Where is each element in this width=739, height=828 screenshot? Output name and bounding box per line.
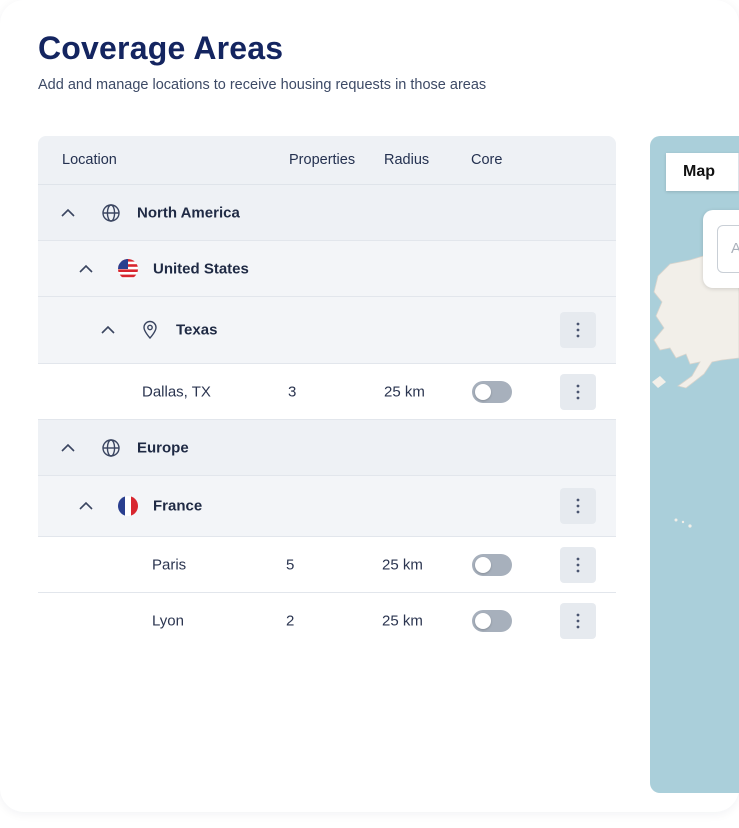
core-toggle[interactable]	[472, 609, 512, 632]
properties-count: 5	[286, 556, 295, 573]
state-row-texas[interactable]: Texas	[38, 297, 616, 364]
toggle-knob	[475, 556, 491, 573]
map-tab-label: Map	[683, 163, 715, 180]
page-title: Coverage Areas	[38, 30, 284, 66]
more-options-button[interactable]	[560, 602, 596, 639]
city-row-paris[interactable]: Paris 5 25 km	[38, 537, 616, 593]
properties-count: 2	[286, 612, 295, 629]
chevron-up-icon[interactable]	[60, 208, 76, 218]
more-vertical-icon	[576, 498, 580, 514]
map-search-box: A	[703, 210, 739, 288]
properties-count: 3	[288, 383, 297, 400]
more-options-button[interactable]	[560, 373, 596, 410]
column-header-properties: Properties	[289, 152, 356, 168]
state-label: Texas	[176, 321, 218, 339]
radius-value: 25 km	[382, 612, 423, 629]
country-label: United States	[153, 260, 249, 277]
chevron-up-icon[interactable]	[60, 443, 76, 453]
chevron-up-icon[interactable]	[78, 501, 94, 511]
more-vertical-icon	[576, 384, 580, 399]
toggle-knob	[475, 383, 491, 400]
city-label: Dallas, TX	[142, 383, 211, 400]
core-toggle[interactable]	[472, 380, 512, 403]
chevron-up-icon[interactable]	[78, 264, 94, 274]
city-row-lyon[interactable]: Lyon 2 25 km	[38, 593, 616, 648]
region-row-europe[interactable]: Europe	[38, 420, 616, 476]
us-flag-icon	[118, 258, 138, 279]
radius-value: 25 km	[382, 556, 423, 573]
column-header-location: Location	[62, 152, 117, 168]
table-header: Location Properties Radius Core	[38, 136, 616, 185]
city-label: Lyon	[152, 612, 184, 629]
more-options-button[interactable]	[560, 312, 596, 348]
page-subtitle: Add and manage locations to receive hous…	[38, 77, 487, 93]
france-flag-icon	[118, 496, 138, 516]
map-view-tab[interactable]: Map	[666, 153, 739, 191]
globe-icon	[102, 203, 120, 222]
globe-icon	[102, 438, 120, 457]
country-label: France	[153, 497, 203, 515]
chevron-up-icon[interactable]	[100, 325, 116, 335]
more-vertical-icon	[576, 322, 580, 338]
core-toggle[interactable]	[472, 553, 512, 576]
column-header-radius: Radius	[384, 152, 430, 168]
region-label: North America	[137, 204, 240, 221]
coverage-map[interactable]: Map A	[650, 136, 739, 793]
column-header-core: Core	[471, 152, 503, 168]
map-search-input[interactable]: A	[717, 225, 739, 273]
more-vertical-icon	[576, 557, 580, 572]
region-label: Europe	[137, 439, 189, 456]
toggle-knob	[475, 612, 491, 629]
region-row-north-america[interactable]: North America	[38, 185, 616, 241]
coverage-table: Location Properties Radius Core North Am…	[38, 136, 616, 648]
more-options-button[interactable]	[560, 488, 596, 524]
map-pin-icon	[143, 320, 157, 340]
more-vertical-icon	[576, 613, 580, 628]
city-row-dallas[interactable]: Dallas, TX 3 25 km	[38, 364, 616, 420]
map-search-placeholder: A	[731, 240, 739, 257]
radius-value: 25 km	[384, 383, 425, 400]
more-options-button[interactable]	[560, 546, 596, 583]
city-label: Paris	[152, 556, 187, 573]
country-row-france[interactable]: France	[38, 476, 616, 537]
country-row-united-states[interactable]: United States	[38, 241, 616, 297]
coverage-areas-card: Coverage Areas Add and manage locations …	[0, 0, 739, 812]
